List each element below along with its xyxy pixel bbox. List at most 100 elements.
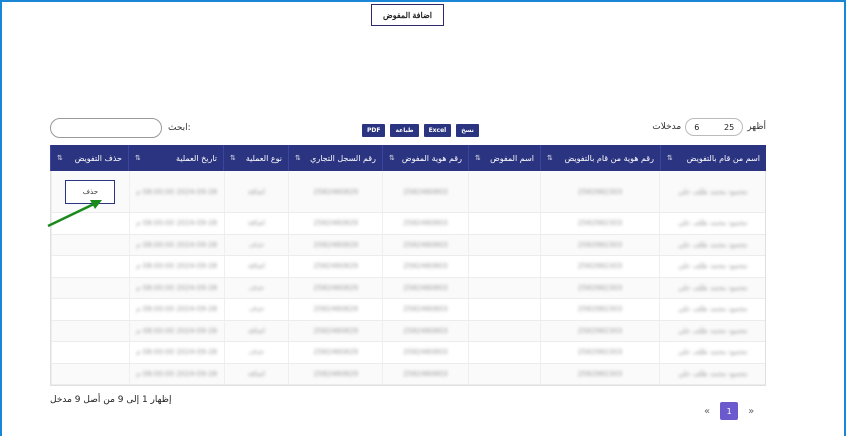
table-cell: 2582460803 [382,234,468,255]
export-excel-button[interactable]: Excel [423,124,452,137]
col-header-cr-number[interactable]: رقم السجل التجاري ⇅ [288,145,382,171]
green-arrow-annotation [47,200,102,228]
table-cell: 2582460829 [288,277,382,298]
col-header-delegator-id[interactable]: رقم هوية من قام بالتفويض ⇅ [540,145,660,171]
add-delegate-button[interactable]: اضافة المفوض [371,4,444,26]
show-label: أظهر [747,122,766,132]
table-cell: محمود محمد طلف علي [659,277,765,298]
table-cell [51,277,129,298]
table-cell: 2582460803 [382,213,468,234]
table-cell [51,342,129,363]
cell-text: اضافة [247,369,265,378]
table-row: محمود محمد طلف علي 2582982303 2582460803 25… [51,342,765,364]
table-cell: 2024-09-28 08:00:00 م [128,171,224,212]
cell-text: حذف [248,240,265,249]
table-cell: 2582460803 [382,171,468,212]
cell-text: 2024-09-28 08:00:00 م [136,305,218,314]
table-cell: 2582982303 [539,342,660,363]
cell-text: 2582460829 [313,348,358,357]
col-header-delegate-name[interactable]: اسم المفوض ⇅ [468,145,540,171]
table-cell [467,213,540,234]
export-print-button[interactable]: طباعة [390,124,419,137]
table-cell: محمود محمد طلف علي [659,256,765,277]
delegations-table: اسم من قام بالتفويض ⇅ رقم هوية من قام بال… [50,145,766,386]
table-cell: 2024-09-28 08:00:00 م [128,299,224,320]
sort-icon: ⇅ [475,154,481,162]
table-cell: 2024-09-28 08:00:00 م [128,320,224,341]
export-copy-button[interactable]: نسخ [456,124,479,137]
pager-page-current[interactable]: 1 [720,402,739,420]
search-input[interactable] [50,118,162,138]
table-cell [51,363,129,384]
cell-text: 2582982303 [577,187,623,196]
table-cell: 2582982303 [539,363,660,384]
cell-text: محمود محمد طلف علي [678,219,748,228]
col-header-operation-date[interactable]: تاريخ العملية ⇅ [128,145,223,171]
table-cell: 2024-09-28 08:00:00 م [128,213,224,234]
col-header-operation-type[interactable]: نوع العملية ⇅ [223,145,288,171]
cell-text: اضافة [247,326,265,335]
sort-icon: ⇅ [230,154,236,162]
col-header-delegate-id[interactable]: رقم هوية المفوض ⇅ [382,145,468,171]
cell-text: 2582460829 [313,240,358,249]
cell-text: محمود محمد طلف علي [678,283,748,292]
table-cell: اضافة [223,256,289,277]
table-row: محمود محمد طلف علي 2582982303 2582460803 25… [51,320,765,342]
cell-text: 2582982303 [577,219,623,228]
col-header-delete[interactable]: حذف التفويض ⇅ [50,145,128,171]
table-cell: 2582460803 [382,277,468,298]
cell-text: 2024-09-28 08:00:00 م [136,326,218,335]
cell-text: محمود محمد طلف علي [678,348,748,357]
table-cell: 2024-09-28 08:00:00 م [128,363,224,384]
entries-label: مدخلات [652,122,682,132]
cell-text: محمود محمد طلف علي [678,240,748,249]
export-pdf-button[interactable]: PDF [362,124,386,137]
cell-text: حذف [248,283,265,292]
cell-text: اضافة [247,262,265,271]
cell-text: حذف [248,348,265,357]
cell-text: 2024-09-28 08:00:00 م [136,219,218,228]
table-cell: 2582460803 [382,320,468,341]
table-cell: 2582982303 [539,256,660,277]
table-row: محمود محمد طلف علي 2582982303 2582460803 25… [51,256,765,278]
table-cell: 2582982303 [539,171,660,212]
cell-text: 2582982303 [577,369,623,378]
table-cell: 2024-09-28 08:00:00 م [128,234,224,255]
table-cell: 2582982303 [539,277,660,298]
cell-text: 2582460829 [313,283,358,292]
cell-text: محمود محمد طلف علي [678,326,748,335]
sort-icon: ⇅ [135,154,141,162]
table-cell [467,363,540,384]
table-cell: 2582460803 [382,363,468,384]
table-cell [467,277,540,298]
table-row: محمود محمد طلف علي 2582982303 2582460803 25… [51,363,765,385]
table-cell: 2024-09-28 08:00:00 م [128,256,224,277]
cell-text: 2582982303 [577,262,623,271]
page-length-select[interactable]: 25 6 [685,118,744,136]
cell-text: 2024-09-28 08:00:00 م [136,283,218,292]
pager-prev-icon[interactable]: « [704,406,710,417]
table-cell [467,320,540,341]
pagination: « 1 » [704,402,754,420]
table-cell: 2582982303 [539,320,660,341]
col-header-delegator-name[interactable]: اسم من قام بالتفويض ⇅ [660,145,766,171]
table-cell: 2582982303 [539,213,660,234]
table-row: محمود محمد طلف علي 2582982303 2582460803 25… [51,171,765,213]
cell-text: 2582460803 [403,326,448,335]
pager-next-icon[interactable]: » [748,406,754,417]
table-cell: اضافة [223,363,289,384]
cell-text: حذف [248,305,265,314]
table-cell: محمود محمد طلف علي [659,299,765,320]
table-info: إظهار 1 إلى 9 من أصل 9 مدخل [50,395,172,405]
table-cell: 2582460829 [288,213,382,234]
table-cell: 2582982303 [539,299,660,320]
cell-text: محمود محمد طلف علي [678,187,748,196]
table-cell: اضافة [223,320,289,341]
table-cell: 2024-09-28 08:00:00 م [128,277,224,298]
table-row: محمود محمد طلف علي 2582982303 2582460803 25… [51,277,765,299]
cell-text: 2582460829 [313,326,358,335]
table-cell: محمود محمد طلف علي [659,342,765,363]
table-cell: محمود محمد طلف علي [659,234,765,255]
cell-text: 2024-09-28 08:00:00 م [136,369,218,378]
table-body: محمود محمد طلف علي 2582982303 2582460803 25… [50,171,766,386]
